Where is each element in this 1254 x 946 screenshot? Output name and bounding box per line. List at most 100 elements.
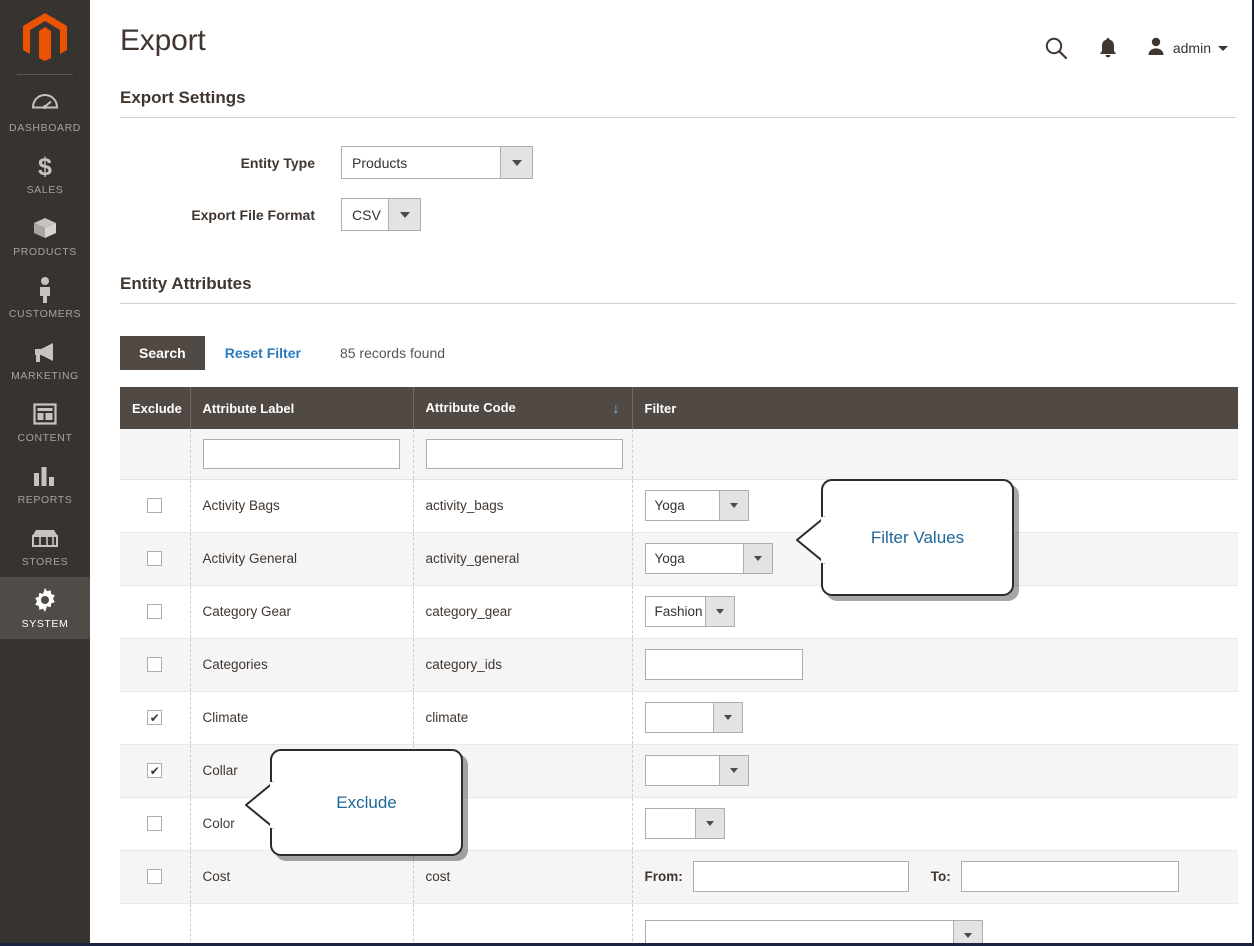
sidebar-item-label: PRODUCTS — [2, 246, 88, 258]
filter-select-value — [645, 808, 695, 839]
svg-text:$: $ — [38, 153, 52, 179]
filter-select[interactable] — [645, 920, 1227, 946]
chevron-down-icon[interactable] — [695, 808, 725, 839]
filter-select-value — [645, 702, 713, 733]
page-header: Export admin — [120, 0, 1236, 88]
sort-descending-icon[interactable]: ↓ — [613, 400, 620, 416]
sidebar-item-system[interactable]: SYSTEM — [0, 577, 90, 639]
from-input[interactable] — [693, 861, 909, 892]
exclude-checkbox[interactable] — [147, 816, 162, 831]
cell-exclude — [120, 691, 190, 744]
reset-filter-link[interactable]: Reset Filter — [225, 345, 301, 361]
cell-filter — [632, 691, 1238, 744]
attribute-code-filter-input[interactable] — [426, 439, 623, 469]
chevron-down-icon[interactable] — [719, 490, 749, 521]
exclude-checkbox[interactable] — [147, 710, 162, 725]
column-header-label: Attribute Label — [203, 401, 295, 416]
chevron-down-icon[interactable] — [705, 596, 735, 627]
exclude-checkbox[interactable] — [147, 498, 162, 513]
filter-select-value: Yoga — [645, 490, 719, 521]
filter-select-value — [645, 755, 719, 786]
chevron-down-icon[interactable] — [388, 198, 421, 231]
column-header-label: Attribute Code — [426, 400, 516, 415]
search-icon[interactable] — [1030, 31, 1082, 65]
chevron-down-icon[interactable] — [953, 920, 983, 946]
bell-icon[interactable] — [1082, 31, 1134, 65]
filter-select[interactable] — [645, 702, 1227, 733]
magento-logo-icon[interactable] — [0, 0, 90, 74]
cell-filter — [632, 638, 1238, 691]
megaphone-icon — [2, 339, 88, 365]
header-actions: admin — [1030, 26, 1236, 65]
cell-attribute-code: category_gear — [413, 585, 632, 638]
dollar-icon: $ — [2, 153, 88, 179]
cell-attribute-label: Categories — [190, 638, 413, 691]
entity-attributes-title: Entity Attributes — [120, 274, 1236, 303]
chevron-down-icon[interactable] — [719, 755, 749, 786]
sidebar-item-label: SALES — [2, 184, 88, 196]
cell-attribute-code: climate — [413, 691, 632, 744]
sidebar-item-sales[interactable]: $ SALES — [0, 143, 90, 205]
exclude-checkbox[interactable] — [147, 763, 162, 778]
admin-name-label: admin — [1173, 40, 1211, 56]
cell-exclude — [120, 585, 190, 638]
page-title: Export — [120, 26, 206, 56]
exclude-callout: Exclude — [270, 749, 463, 856]
filter-cell-exclude — [120, 429, 190, 479]
filter-values-callout-tail — [793, 515, 823, 561]
cell-partial — [190, 903, 413, 946]
column-header-filter[interactable]: Filter — [632, 387, 1238, 429]
cell-attribute-label: Category Gear — [190, 585, 413, 638]
bar-chart-icon — [2, 463, 88, 489]
chevron-down-icon — [1218, 46, 1228, 51]
filter-cell-attribute-code — [413, 429, 632, 479]
exclude-checkbox[interactable] — [147, 869, 162, 884]
box-icon — [2, 215, 88, 241]
filter-cell-filter — [632, 429, 1238, 479]
attribute-label-filter-input[interactable] — [203, 439, 400, 469]
sidebar-item-dashboard[interactable]: DASHBOARD — [0, 81, 90, 143]
table-row: Categoriescategory_ids — [120, 638, 1238, 691]
sidebar-item-content[interactable]: CONTENT — [0, 391, 90, 453]
person-icon — [2, 277, 88, 303]
column-header-attribute-code[interactable]: ↓ Attribute Code — [413, 387, 632, 429]
sidebar-item-marketing[interactable]: MARKETING — [0, 329, 90, 391]
filter-select[interactable]: Fashion — [645, 596, 1227, 627]
sidebar-item-products[interactable]: PRODUCTS — [0, 205, 90, 267]
filter-cell-attribute-label — [190, 429, 413, 479]
cell-exclude — [120, 797, 190, 850]
browser-window: DASHBOARD $ SALES PRODUCTS CUSTOMERS MAR… — [0, 0, 1254, 946]
column-header-attribute-label[interactable]: Attribute Label — [190, 387, 413, 429]
column-header-label: Exclude — [132, 401, 182, 416]
filter-text-input[interactable] — [645, 649, 803, 680]
section-divider — [120, 117, 1236, 118]
filter-select[interactable] — [645, 755, 1227, 786]
exclude-checkbox[interactable] — [147, 604, 162, 619]
search-button[interactable]: Search — [120, 336, 205, 370]
table-row: Climateclimate — [120, 691, 1238, 744]
chevron-down-icon[interactable] — [713, 702, 743, 733]
cell-attribute-label: Climate — [190, 691, 413, 744]
column-header-exclude[interactable]: Exclude — [120, 387, 190, 429]
cell-filter — [632, 744, 1238, 797]
filter-range: From:To: — [645, 861, 1227, 892]
to-input[interactable] — [961, 861, 1179, 892]
admin-menu[interactable]: admin — [1134, 36, 1236, 61]
chevron-down-icon[interactable] — [743, 543, 773, 574]
export-file-format-value: CSV — [341, 198, 388, 231]
exclude-checkbox[interactable] — [147, 657, 162, 672]
entity-type-select[interactable]: Products — [341, 146, 533, 179]
filter-select-value — [645, 920, 953, 946]
sidebar-item-reports[interactable]: REPORTS — [0, 453, 90, 515]
admin-sidebar: DASHBOARD $ SALES PRODUCTS CUSTOMERS MAR… — [0, 0, 90, 946]
sidebar-item-stores[interactable]: STORES — [0, 515, 90, 577]
table-row: Category Gearcategory_gear Fashion — [120, 585, 1238, 638]
chevron-down-icon[interactable] — [500, 146, 533, 179]
storefront-icon — [2, 525, 88, 551]
cell-attribute-code: category_ids — [413, 638, 632, 691]
sidebar-item-customers[interactable]: CUSTOMERS — [0, 267, 90, 329]
filter-select[interactable] — [645, 808, 1227, 839]
sidebar-item-label: CUSTOMERS — [2, 308, 88, 320]
export-file-format-select[interactable]: CSV — [341, 198, 421, 231]
exclude-checkbox[interactable] — [147, 551, 162, 566]
